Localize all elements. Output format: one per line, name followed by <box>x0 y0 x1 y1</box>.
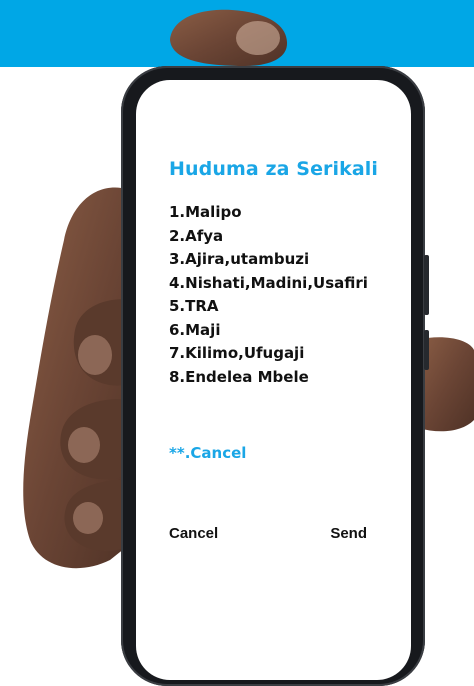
menu-item-tra[interactable]: 5.TRA <box>169 295 368 319</box>
menu-item-afya[interactable]: 2.Afya <box>169 225 368 249</box>
menu-item-malipo[interactable]: 1.Malipo <box>169 201 368 225</box>
ussd-menu: 1.Malipo 2.Afya 3.Ajira,utambuzi 4.Nisha… <box>169 201 368 389</box>
phone-side-button <box>424 330 429 370</box>
menu-item-nishati[interactable]: 4.Nishati,Madini,Usafiri <box>169 272 368 296</box>
menu-item-maji[interactable]: 6.Maji <box>169 319 368 343</box>
send-button[interactable]: Send <box>330 525 367 542</box>
cancel-option[interactable]: **.Cancel <box>169 444 246 462</box>
phone-side-button <box>424 255 429 315</box>
ussd-title: Huduma za Serikali <box>169 158 379 180</box>
menu-item-endelea[interactable]: 8.Endelea Mbele <box>169 366 368 390</box>
cancel-button[interactable]: Cancel <box>169 525 218 542</box>
menu-item-ajira[interactable]: 3.Ajira,utambuzi <box>169 248 368 272</box>
ussd-screen: Huduma za Serikali 1.Malipo 2.Afya 3.Aji… <box>136 80 411 680</box>
menu-item-kilimo[interactable]: 7.Kilimo,Ufugaji <box>169 342 368 366</box>
